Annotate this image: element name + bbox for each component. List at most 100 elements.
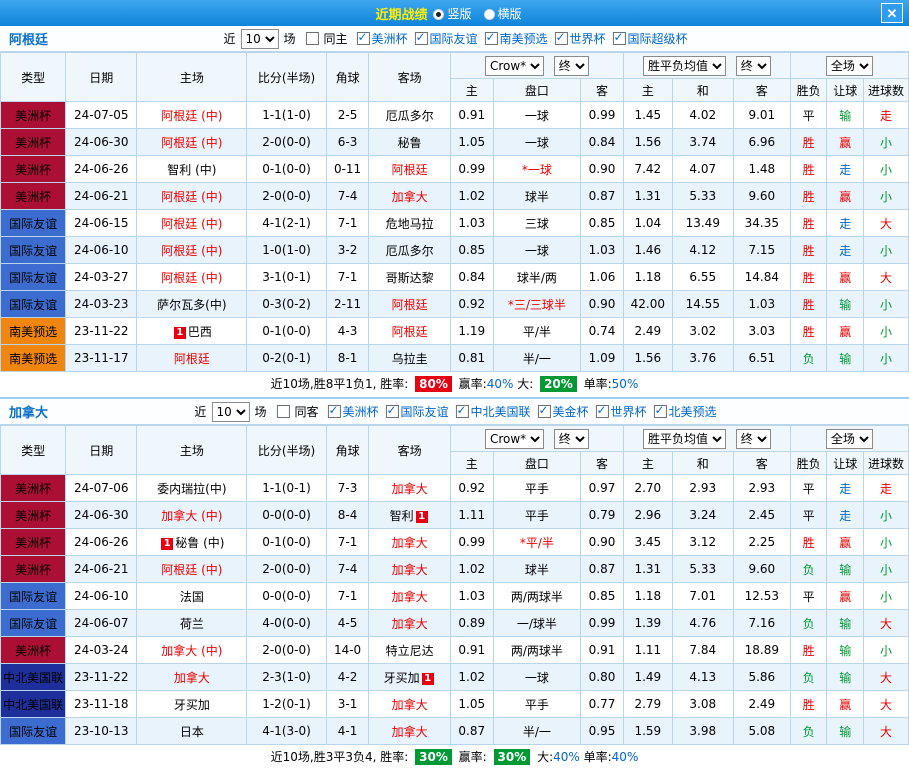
euro-time-select[interactable]: 终 [736, 56, 771, 76]
league-filter[interactable]: 美金杯 [531, 403, 589, 420]
league-filter[interactable]: 中北美国联 [449, 403, 531, 420]
league-checkbox[interactable] [654, 405, 667, 418]
euro-lose-odds: 9.60 [733, 183, 790, 210]
euro-lose-odds: 12.53 [733, 583, 790, 610]
league-filter[interactable]: 国际友谊 [408, 30, 478, 47]
goals-outcome: 小 [864, 237, 909, 264]
corners: 7-1 [326, 529, 369, 556]
league-checkbox[interactable] [356, 32, 369, 45]
handicap-outcome: 赢 [827, 264, 864, 291]
handicap-line: 一球 [493, 237, 581, 264]
league-filter[interactable]: 南美预选 [478, 30, 548, 47]
euro-lose-odds: 1.48 [733, 156, 790, 183]
match-date: 24-06-21 [66, 556, 137, 583]
euro-odds-select[interactable]: 胜平负均值 [643, 429, 726, 449]
euro-lose-odds: 34.35 [733, 210, 790, 237]
euro-lose-odds: 9.01 [733, 102, 790, 129]
team-name: 阿根廷 (中) [161, 136, 222, 150]
match-date: 24-06-30 [66, 502, 137, 529]
radio-horizontal-layout[interactable]: 横版 [484, 5, 522, 22]
euro-lose-odds: 5.08 [733, 718, 790, 745]
league-checkbox[interactable] [555, 32, 568, 45]
matches-count-select[interactable]: 10 [211, 402, 249, 422]
section-team-name: 阿根廷 [9, 29, 48, 48]
euro-win-odds: 1.18 [623, 583, 672, 610]
league-checkbox[interactable] [415, 32, 428, 45]
euro-win-odds: 2.70 [623, 475, 672, 502]
asian-time-select[interactable]: 终 [554, 56, 589, 76]
league-checkbox[interactable] [485, 32, 498, 45]
same-venue-label: 同主 [323, 30, 347, 47]
period-select[interactable]: 全场 [826, 56, 873, 76]
corners: 4-3 [326, 318, 369, 345]
league-filter[interactable]: 美洲杯 [349, 30, 407, 47]
handicap-outcome: 赢 [827, 129, 864, 156]
league-label: 美洲杯 [342, 403, 378, 420]
match-type: 南美预选 [1, 318, 66, 345]
euro-time-select[interactable]: 终 [736, 429, 771, 449]
league-filter[interactable]: 世界杯 [548, 30, 606, 47]
col-corner: 角球 [326, 426, 369, 475]
radio-selected-icon [433, 9, 444, 20]
league-filter[interactable]: 世界杯 [589, 403, 647, 420]
league-checkbox[interactable] [456, 405, 469, 418]
goals-outcome: 小 [864, 345, 909, 372]
odds-provider-select[interactable]: Crow* [485, 56, 544, 76]
league-checkbox[interactable] [538, 405, 551, 418]
league-checkbox[interactable] [327, 405, 340, 418]
handicap-outcome: 输 [827, 556, 864, 583]
league-filter[interactable]: 国际友谊 [378, 403, 448, 420]
asian-time-select[interactable]: 终 [554, 429, 589, 449]
same-venue-checkbox[interactable] [305, 32, 318, 45]
euro-draw-odds: 3.12 [672, 529, 733, 556]
period-select[interactable]: 全场 [826, 429, 873, 449]
corners: 3-2 [326, 237, 369, 264]
league-label: 美洲杯 [371, 30, 407, 47]
euro-odds-select[interactable]: 胜平负均值 [643, 56, 726, 76]
match-type: 美洲杯 [1, 556, 66, 583]
radio-vertical-layout[interactable]: 竖版 [433, 5, 471, 22]
league-filter[interactable]: 美洲杯 [320, 403, 378, 420]
same-venue-checkbox[interactable] [276, 405, 289, 418]
team-name: 阿根廷 (中) [161, 271, 222, 285]
away-team: 加拿大 [369, 583, 450, 610]
team-section-canada: 加拿大 近 10 场 同客 美洲杯国际友谊中北美国联美金杯世界杯北美预选 类型 [0, 397, 909, 770]
match-type: 国际友谊 [1, 210, 66, 237]
asian-home-odds: 0.92 [450, 475, 493, 502]
team-name: 阿根廷 [392, 298, 428, 312]
col-euro-draw: 和 [672, 452, 733, 475]
away-team: 厄瓜多尔 [369, 237, 450, 264]
handicap-outcome: 输 [827, 637, 864, 664]
handicap-outcome: 赢 [827, 529, 864, 556]
handicap-outcome: 输 [827, 102, 864, 129]
match-date: 24-06-26 [66, 529, 137, 556]
euro-win-odds: 2.49 [623, 318, 672, 345]
asian-home-odds: 1.02 [450, 556, 493, 583]
euro-win-odds: 42.00 [623, 291, 672, 318]
result-outcome: 负 [790, 718, 827, 745]
score: 0-3(0-2) [247, 291, 326, 318]
summary-text: 40% [553, 750, 580, 764]
summary-text: 大: [513, 377, 537, 391]
col-handicap-result: 让球 [827, 79, 864, 102]
matches-count-select[interactable]: 10 [240, 29, 278, 49]
match-row: 南美预选23-11-17阿根廷0-2(0-1)8-1乌拉圭0.81半/一1.09… [1, 345, 909, 372]
summary-text: 40% [612, 750, 639, 764]
match-date: 24-06-26 [66, 156, 137, 183]
euro-win-odds: 1.56 [623, 345, 672, 372]
league-filter[interactable]: 国际超级杯 [606, 30, 688, 47]
corners: 4-5 [326, 610, 369, 637]
asian-away-odds: 1.09 [581, 345, 624, 372]
corners: 4-1 [326, 718, 369, 745]
asian-away-odds: 0.97 [581, 475, 624, 502]
odds-provider-select[interactable]: Crow* [485, 429, 544, 449]
asian-odds-controls: Crow* 终 [450, 426, 623, 452]
league-checkbox[interactable] [385, 405, 398, 418]
league-checkbox[interactable] [613, 32, 626, 45]
col-result: 胜负 [790, 79, 827, 102]
euro-win-odds: 1.46 [623, 237, 672, 264]
match-date: 24-06-15 [66, 210, 137, 237]
close-button[interactable]: ✕ [881, 3, 903, 23]
league-filter[interactable]: 北美预选 [647, 403, 717, 420]
league-checkbox[interactable] [596, 405, 609, 418]
